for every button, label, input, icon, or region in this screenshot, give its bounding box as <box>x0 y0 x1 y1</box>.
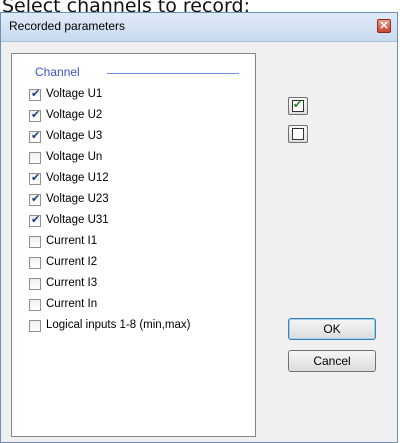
list-item-label: Voltage Un <box>46 151 103 163</box>
title-bar: Recorded parameters ✕ <box>1 13 397 42</box>
checkbox[interactable] <box>29 87 41 101</box>
list-item[interactable]: Voltage U3 <box>29 129 249 145</box>
list-item-label: Voltage U31 <box>46 214 109 226</box>
list-item[interactable]: Voltage U12 <box>29 171 249 187</box>
select-all-button[interactable] <box>288 97 308 115</box>
checkbox[interactable] <box>29 152 41 164</box>
checkbox[interactable] <box>29 320 41 332</box>
list-item-label: Current I2 <box>46 256 98 268</box>
list-item[interactable]: Current I1 <box>29 234 249 250</box>
close-icon: ✕ <box>379 20 389 32</box>
ok-button[interactable]: OK <box>288 318 376 340</box>
list-item-label: Current In <box>46 298 98 310</box>
list-item-label: Voltage U1 <box>46 88 103 100</box>
checkbox[interactable] <box>29 213 41 227</box>
checkbox[interactable] <box>29 129 41 143</box>
checkbox[interactable] <box>29 236 41 248</box>
list-item[interactable]: Current In <box>29 297 249 313</box>
group-title: Channel <box>35 65 80 79</box>
list-item[interactable]: Voltage U1 <box>29 87 249 103</box>
list-item[interactable]: Voltage U2 <box>29 108 249 124</box>
checkbox[interactable] <box>29 192 41 206</box>
list-item-label: Current I3 <box>46 277 98 289</box>
list-item[interactable]: Logical inputs 1-8 (min,max) <box>29 318 249 334</box>
cancel-button[interactable]: Cancel <box>288 350 376 372</box>
checkbox[interactable] <box>29 299 41 311</box>
list-item[interactable]: Current I3 <box>29 276 249 292</box>
list-item[interactable]: Current I2 <box>29 255 249 271</box>
list-item[interactable]: Voltage U31 <box>29 213 249 229</box>
empty-box-icon <box>292 128 304 140</box>
window-title: Recorded parameters <box>9 19 126 33</box>
list-item-label: Logical inputs 1-8 (min,max) <box>46 319 191 331</box>
close-button[interactable]: ✕ <box>377 19 391 33</box>
checkbox[interactable] <box>29 108 41 122</box>
list-item[interactable]: Voltage U23 <box>29 192 249 208</box>
list-item-label: Voltage U3 <box>46 130 103 142</box>
checkbox[interactable] <box>29 257 41 269</box>
checkbox[interactable] <box>29 171 41 185</box>
checkbox[interactable] <box>29 278 41 290</box>
list-item[interactable]: Voltage Un <box>29 150 249 166</box>
list-item-label: Voltage U2 <box>46 109 103 121</box>
dialog-window: Recorded parameters ✕ Channel Voltage U1… <box>0 12 398 443</box>
list-item-label: Voltage U12 <box>46 172 109 184</box>
deselect-all-button[interactable] <box>288 125 308 143</box>
list-item-label: Current I1 <box>46 235 98 247</box>
checked-box-icon <box>292 98 304 112</box>
group-divider <box>107 73 239 74</box>
list-item-label: Voltage U23 <box>46 193 109 205</box>
